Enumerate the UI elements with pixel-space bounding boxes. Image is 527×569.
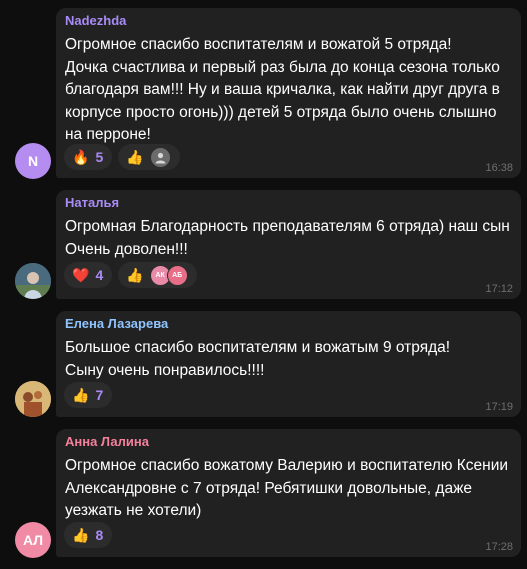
reaction-count: 8 xyxy=(95,527,104,543)
message-bubble[interactable]: Анна Лалина Огромное спасибо вожатому Ва… xyxy=(56,429,521,557)
message-time: 17:19 xyxy=(485,401,513,413)
message-author[interactable]: Анна Лалина xyxy=(65,434,149,449)
thumbs-up-icon: 👍 xyxy=(126,267,144,283)
message-author[interactable]: Елена Лазарева xyxy=(65,316,168,331)
message-bubble[interactable]: Nadezhda Огромное спасибо воспитателям и… xyxy=(56,8,521,178)
reactor-avatars xyxy=(149,146,171,168)
photo-avatar-image xyxy=(15,381,51,417)
reactions-row: 🔥 5 👍 xyxy=(64,144,180,170)
reaction-count: 7 xyxy=(95,387,104,403)
reactor-avatar: АБ xyxy=(166,264,188,286)
reactions-row: ❤️ 4 👍 АК АБ xyxy=(64,262,197,288)
chat-view: Nadezhda Огромное спасибо воспитателям и… xyxy=(0,0,527,569)
reaction-thumbs-up[interactable]: 👍 7 xyxy=(64,382,113,408)
reactions-row: 👍 7 xyxy=(64,382,113,408)
thumbs-up-icon: 👍 xyxy=(72,387,90,403)
avatar[interactable]: N xyxy=(15,143,51,179)
heart-icon: ❤️ xyxy=(72,267,90,283)
message-text: Огромная Благодарность преподавателям 6 … xyxy=(65,218,515,258)
message-time: 17:28 xyxy=(485,541,513,553)
reaction-heart[interactable]: ❤️ 4 xyxy=(64,262,113,288)
avatar-initials: N xyxy=(27,153,39,169)
message-author[interactable]: Наталья xyxy=(65,195,119,210)
reaction-fire[interactable]: 🔥 5 xyxy=(64,144,113,170)
thumbs-up-icon: 👍 xyxy=(126,149,144,165)
message-bubble[interactable]: Елена Лазарева Большое спасибо воспитате… xyxy=(56,311,521,417)
reactions-row: 👍 8 xyxy=(64,522,113,548)
reaction-thumbs-up[interactable]: 👍 8 xyxy=(64,522,113,548)
message-text: Огромное спасибо вожатому Валерию и восп… xyxy=(65,457,513,519)
reaction-thumbs-up[interactable]: 👍 АК АБ xyxy=(118,262,197,288)
reactor-avatars: АК АБ xyxy=(149,264,188,286)
message-text: Огромное спасибо воспитателям и вожатой … xyxy=(65,36,500,143)
photo-avatar-image xyxy=(15,263,51,299)
avatar[interactable] xyxy=(15,263,51,299)
message-author[interactable]: Nadezhda xyxy=(65,13,126,28)
avatar[interactable] xyxy=(15,381,51,417)
reaction-count: 5 xyxy=(95,149,104,165)
message-text: Большое спасибо воспитателям и вожатым 9… xyxy=(65,339,451,379)
avatar-initials: АЛ xyxy=(22,532,44,548)
reaction-count: 4 xyxy=(95,267,104,283)
message-bubble[interactable]: Наталья Огромная Благодарность преподава… xyxy=(56,190,521,299)
avatar[interactable]: АЛ xyxy=(15,522,51,558)
reactor-avatar xyxy=(149,146,171,168)
fire-icon: 🔥 xyxy=(72,149,90,165)
message-time: 17:12 xyxy=(485,283,513,295)
reaction-thumbs-up[interactable]: 👍 xyxy=(118,144,180,170)
thumbs-up-icon: 👍 xyxy=(72,527,90,543)
message-time: 16:38 xyxy=(485,162,513,174)
